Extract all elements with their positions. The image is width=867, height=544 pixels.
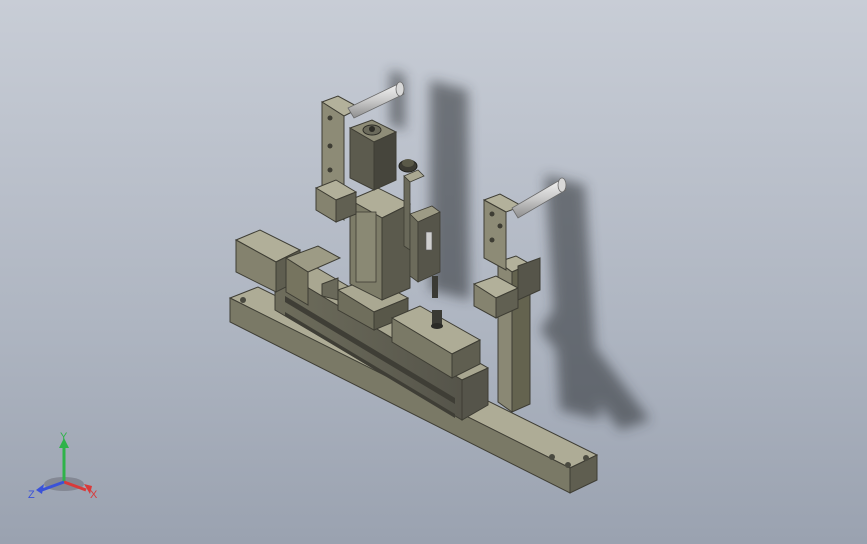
z-axis-label: Z [28, 489, 35, 501]
coordinate-triad: Y X Z [28, 431, 98, 501]
z-axis-arrow-head [36, 484, 44, 494]
cad-viewport[interactable]: Y X Z [0, 0, 867, 544]
left-gear-motor[interactable] [314, 179, 358, 223]
y-axis-label: Y [60, 431, 68, 443]
cad-model-assembly[interactable] [0, 0, 867, 544]
x-axis-label: X [90, 489, 98, 501]
z-axis-stepper-motor[interactable] [348, 119, 398, 191]
z-axis-column[interactable] [348, 187, 412, 301]
adjustment-knob[interactable] [398, 159, 418, 173]
